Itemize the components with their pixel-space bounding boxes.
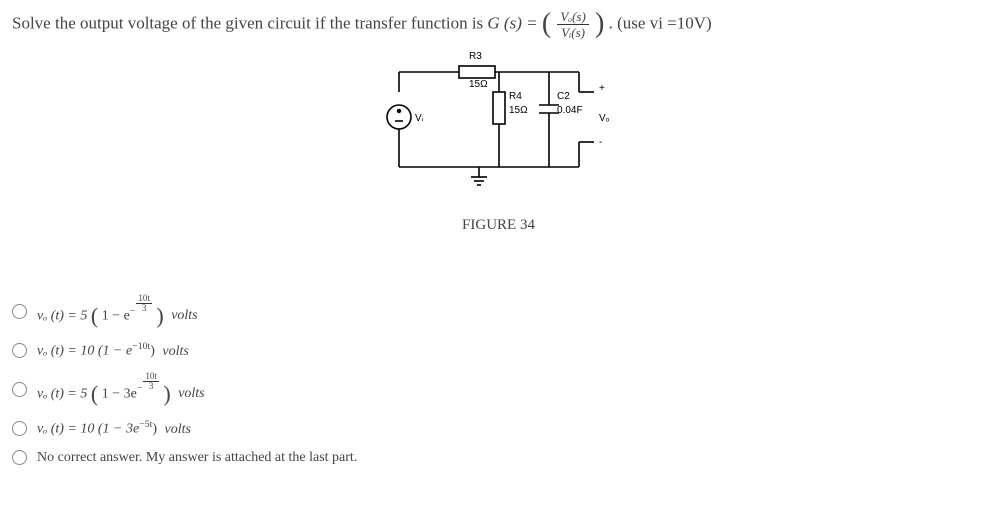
- option-3-expr: vₒ (t) = 5 ( 1 − 3e−10t3 ) volts: [37, 372, 205, 407]
- frac-den: Vᵢ(s): [557, 25, 588, 39]
- r4-label: R4: [509, 91, 522, 102]
- r3-value: 15Ω: [469, 79, 488, 90]
- option-4-expr: vₒ (t) = 10 (1 − 3e−5t) volts: [37, 419, 191, 438]
- figure-caption: FIGURE 34: [12, 217, 985, 234]
- vo-plus: +: [599, 83, 605, 94]
- radio-icon[interactable]: [12, 343, 27, 358]
- option-1-expr: vₒ (t) = 5 ( 1 − e−10t3 ) volts: [37, 294, 198, 329]
- option-2-expr: vₒ (t) = 10 (1 − e−10t) volts: [37, 341, 189, 360]
- r4-value: 15Ω: [509, 105, 528, 116]
- radio-icon[interactable]: [12, 304, 27, 319]
- question-text: Solve the output voltage of the given ci…: [12, 10, 985, 39]
- question-prefix: Solve the output voltage of the given ci…: [12, 13, 487, 32]
- circuit-diagram: R3 15Ω Vᵢ R4 15Ω C2 0.04F + Vₒ -: [359, 47, 639, 207]
- option-5-text: No correct answer. My answer is attached…: [37, 450, 357, 466]
- rparen: ): [595, 13, 604, 35]
- c2-label: C2: [557, 91, 570, 102]
- c2-value: 0.04F: [557, 105, 583, 116]
- radio-icon[interactable]: [12, 382, 27, 397]
- figure-area: R3 15Ω Vᵢ R4 15Ω C2 0.04F + Vₒ - FIGURE …: [12, 47, 985, 234]
- r3-label: R3: [469, 51, 482, 62]
- radio-icon[interactable]: [12, 421, 27, 436]
- option-2[interactable]: vₒ (t) = 10 (1 − e−10t) volts: [12, 341, 985, 360]
- question-suffix: . (use vi =10V): [609, 13, 712, 32]
- options-list: vₒ (t) = 5 ( 1 − e−10t3 ) volts vₒ (t) =…: [12, 294, 985, 466]
- option-4[interactable]: vₒ (t) = 10 (1 − 3e−5t) volts: [12, 419, 985, 438]
- option-3[interactable]: vₒ (t) = 5 ( 1 − 3e−10t3 ) volts: [12, 372, 985, 407]
- lparen: (: [542, 13, 551, 35]
- option-1[interactable]: vₒ (t) = 5 ( 1 − e−10t3 ) volts: [12, 294, 985, 329]
- frac-num: Vₒ(s): [557, 10, 588, 25]
- transfer-fraction: Vₒ(s) Vᵢ(s): [557, 10, 588, 39]
- radio-icon[interactable]: [12, 450, 27, 465]
- vo-minus: -: [599, 137, 602, 148]
- option-5[interactable]: No correct answer. My answer is attached…: [12, 450, 985, 466]
- vo-label: Vₒ: [599, 113, 610, 124]
- gs-equals: G (s) =: [487, 13, 541, 32]
- vi-label: Vᵢ: [415, 113, 424, 124]
